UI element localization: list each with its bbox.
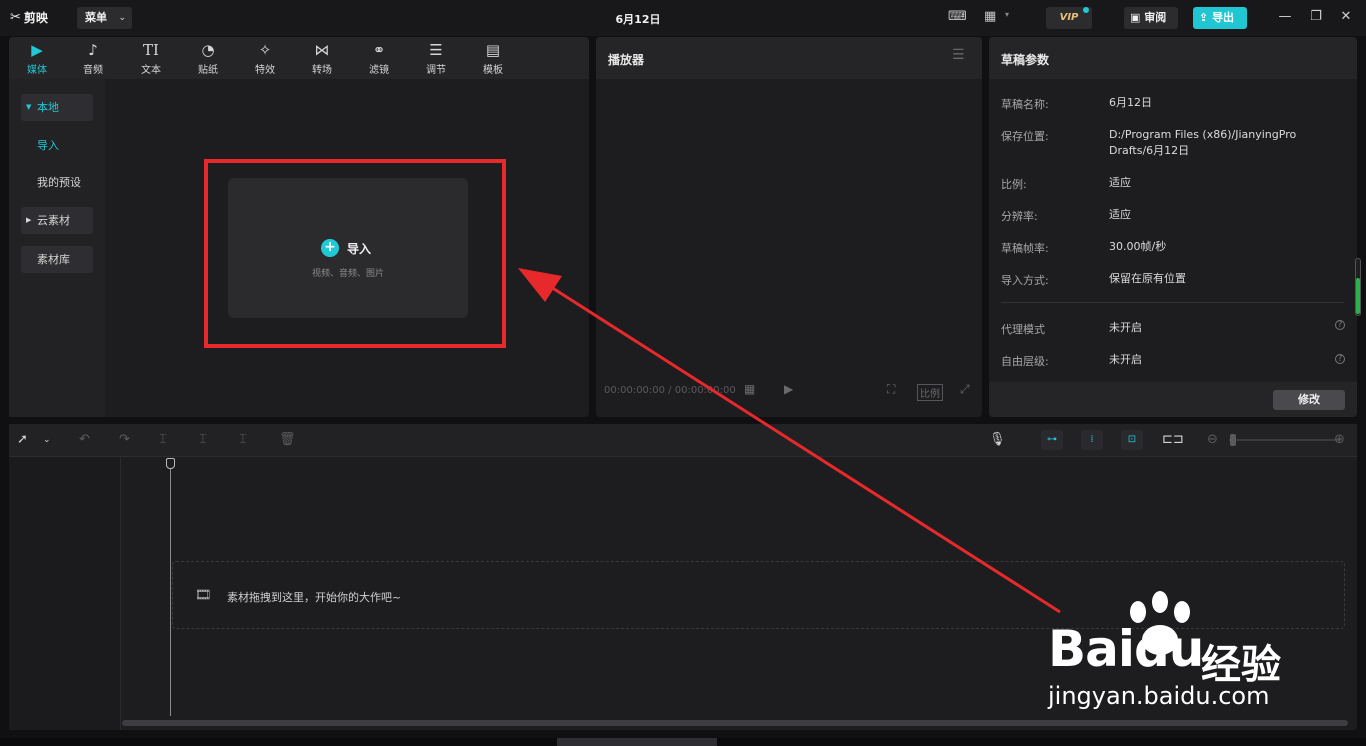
watermark-url: jingyan.baidu.com — [1048, 682, 1270, 710]
watermark-brand: Baidu — [1048, 620, 1204, 678]
